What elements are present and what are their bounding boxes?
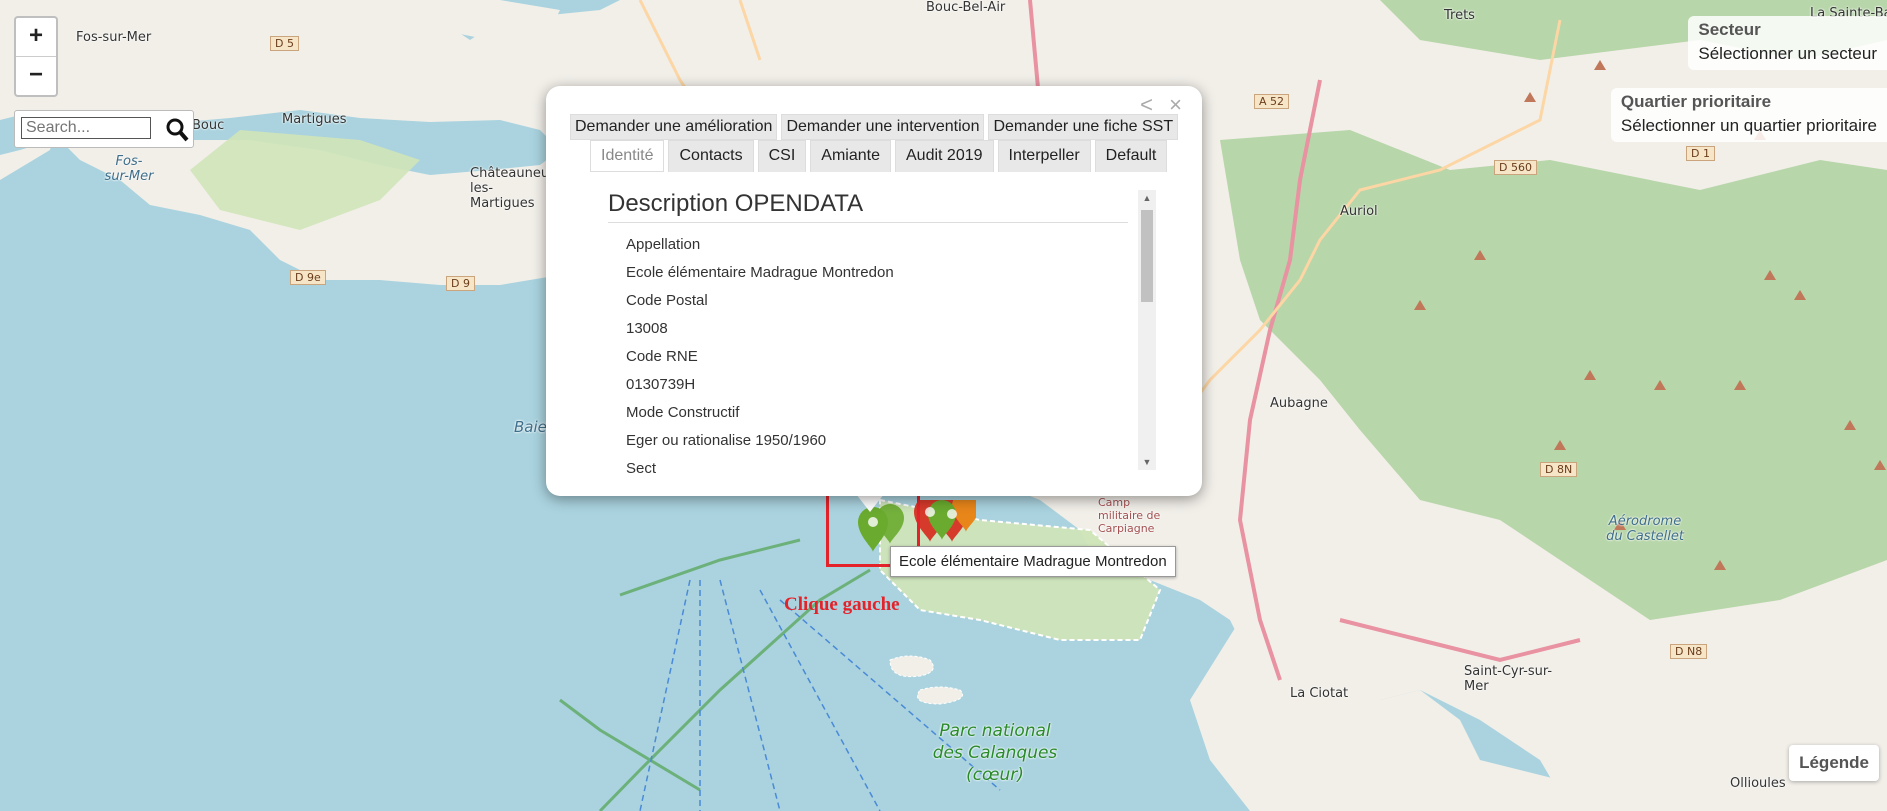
popup-heading: Description OPENDATA [608,190,1128,223]
secteur-select[interactable]: Sélectionner un secteur [1698,44,1877,64]
scroll-down-arrow[interactable]: ▼ [1138,454,1156,470]
place-label: Châteauneuf-les-Martigues [470,166,558,211]
road-label: D 9 [446,276,475,291]
quartier-title: Quartier prioritaire [1620,92,1772,111]
click-annotation: Clique gauche [784,594,900,615]
field-value: 13008 [626,320,668,337]
place-label: Trets [1444,8,1475,23]
secteur-control[interactable]: Secteur Sélectionner un secteur [1688,16,1887,70]
place-label: Fos-sur-Mer [76,30,152,45]
secteur-title: Secteur [1698,20,1761,39]
search-icon[interactable] [165,117,189,143]
search-box [14,110,194,148]
place-label: Martigues [282,112,347,127]
place-label: Aérodrome du Castellet [1606,514,1684,544]
request-sst-sheet-button[interactable]: Demander une fiche SST [988,114,1179,140]
place-label: Bouc-Bel-Air [926,0,1006,15]
place-label: Bouc [192,118,225,133]
field-value: Eger ou rationalise 1950/1960 [626,432,827,449]
camp-label: Camp militaire de Carpiagne [1098,496,1161,535]
zoom-control: + − [14,16,58,97]
legend-button[interactable]: Légende [1789,745,1879,781]
popup-scrollbar[interactable]: ▲ ▼ [1138,190,1156,470]
popup-content: Description OPENDATA Appellation Ecole é… [608,190,1128,480]
bay-label: Baie [514,418,547,436]
place-label: Ollioules [1730,776,1786,791]
tab-amiante[interactable]: Amiante [810,140,891,172]
tab-identite[interactable]: Identité [590,140,665,172]
field-value: Ecole élémentaire Madrague Montredon [626,264,894,281]
field-label: Code RNE [626,348,698,365]
zoom-in-button[interactable]: + [16,18,56,56]
field-label: Appellation [626,236,701,253]
zoom-out-button[interactable]: − [16,56,56,95]
scroll-thumb[interactable] [1141,210,1153,302]
road-label: D 1 [1686,146,1715,161]
field-label: Sect [626,460,657,477]
scroll-up-arrow[interactable]: ▲ [1138,190,1156,206]
road-label: A 52 [1254,94,1290,109]
field-value: 0130739H [626,376,696,393]
tab-contacts[interactable]: Contacts [668,140,754,172]
tab-csi[interactable]: CSI [757,140,807,172]
place-label: Saint-Cyr-sur-Mer [1464,664,1553,694]
park-label: Parc national des Calanques (cœur) [932,721,1058,785]
search-input[interactable] [21,117,151,139]
quartier-select[interactable]: Sélectionner un quartier prioritaire [1621,116,1877,136]
road-label: D 5 [270,36,299,51]
field-label: Mode Constructif [626,404,740,421]
tab-default[interactable]: Default [1094,140,1168,172]
road-label: D 9e [290,270,326,285]
request-improvement-button[interactable]: Demander une amélioration [570,114,778,140]
popup-tabs: Identité Contacts CSI Amiante Audit 2019… [590,140,1168,172]
popup-tip [856,494,884,512]
place-label: La Ciotat [1290,686,1349,701]
field-label: Code Postal [626,292,708,309]
road-label: D 560 [1494,160,1537,175]
popup-actions: Demander une amélioration Demander une i… [570,114,1179,140]
road-label: D N8 [1670,644,1708,659]
tab-interpeller[interactable]: Interpeller [997,140,1091,172]
quartier-control[interactable]: Quartier prioritaire Sélectionner un qua… [1610,88,1887,142]
marker-tooltip: Ecole élémentaire Madrague Montredon [890,546,1176,577]
place-label: Auriol [1340,204,1378,219]
place-label: Aubagne [1270,396,1328,411]
road-label: D 8N [1540,462,1578,477]
request-intervention-button[interactable]: Demander une intervention [781,114,985,140]
info-popup: < × Demander une amélioration Demander u… [546,86,1202,496]
tab-audit-2019[interactable]: Audit 2019 [895,140,994,172]
